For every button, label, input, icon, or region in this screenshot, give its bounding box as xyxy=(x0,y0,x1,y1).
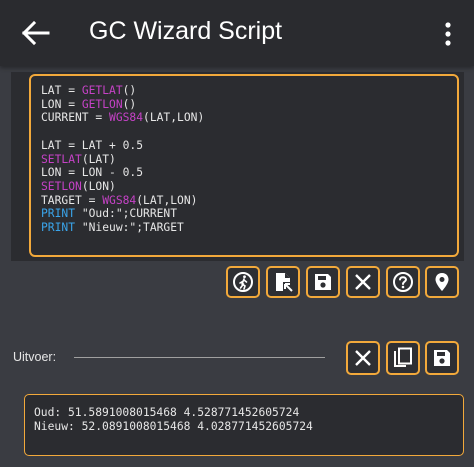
output-box: Oud: 51.5891008015468 4.528771452605724 … xyxy=(24,394,464,456)
run-icon xyxy=(233,272,253,292)
save-icon xyxy=(315,274,331,290)
code-text-token: LON = xyxy=(41,97,82,111)
code-text-token: (LAT,LON) xyxy=(143,111,205,125)
code-line: PRINT "Oud:";CURRENT xyxy=(41,207,177,220)
code-line: LAT = LAT + 0.5 xyxy=(41,139,143,152)
output-divider xyxy=(74,357,325,358)
script-code[interactable]: LAT = GETLAT() LON = GETLON() CURRENT = … xyxy=(41,84,204,235)
code-function-token: SETLON xyxy=(41,179,82,193)
code-text-token: (LAT) xyxy=(81,152,116,166)
code-text-token: TARGET = xyxy=(41,193,103,207)
output-clear-button[interactable] xyxy=(346,341,380,375)
copy-icon xyxy=(394,347,412,367)
output-label: Uitvoer: xyxy=(13,350,57,364)
output-line: Oud: 51.5891008015468 4.528771452605724 xyxy=(34,406,300,419)
back-button[interactable] xyxy=(18,20,52,46)
location-pin-icon xyxy=(435,273,449,291)
open-file-icon xyxy=(276,273,293,292)
clear-button[interactable] xyxy=(346,266,380,298)
code-text-token: () xyxy=(122,84,137,97)
code-function-token: SETLAT xyxy=(41,152,82,166)
code-text-token: LAT = xyxy=(41,84,82,97)
close-icon xyxy=(355,274,371,290)
code-keyword-token: PRINT xyxy=(41,207,76,221)
code-keyword-token: PRINT xyxy=(41,221,76,235)
code-function-token: WGS84 xyxy=(102,193,137,207)
code-text-token: LON = LON - 0.5 xyxy=(41,166,144,180)
code-line: PRINT "Nieuw:";TARGET xyxy=(41,221,184,234)
code-line: CURRENT = WGS84(LAT,LON) xyxy=(41,111,204,124)
code-line: SETLAT(LAT) xyxy=(41,153,116,166)
code-function-token: GETLON xyxy=(81,97,123,111)
code-line: LAT = GETLAT() xyxy=(41,84,136,97)
code-text-token: (LAT,LON) xyxy=(136,193,198,207)
code-text-token: CURRENT = xyxy=(41,111,110,125)
code-line: LON = GETLON() xyxy=(41,98,136,111)
code-line: LON = LON - 0.5 xyxy=(41,166,143,179)
overflow-menu-button[interactable] xyxy=(440,20,456,48)
code-function-token: WGS84 xyxy=(109,111,144,125)
location-button[interactable] xyxy=(425,266,459,298)
output-copy-button[interactable] xyxy=(386,341,420,375)
page-title: GC Wizard Script xyxy=(89,17,283,45)
code-text-token: () xyxy=(122,97,137,111)
app-bar: GC Wizard Script xyxy=(0,0,474,66)
code-text-token: "Oud:";CURRENT xyxy=(75,207,178,221)
code-function-token: GETLAT xyxy=(81,84,123,97)
close-icon xyxy=(355,350,371,366)
help-button[interactable] xyxy=(386,266,420,298)
help-icon xyxy=(393,272,413,292)
more-vert-icon xyxy=(445,22,451,46)
code-line: SETLON(LON) xyxy=(41,180,116,193)
code-text-token: "Nieuw:";TARGET xyxy=(75,221,184,235)
output-line: Nieuw: 52.0891008015468 4.02877145260572… xyxy=(34,420,313,433)
code-line: TARGET = WGS84(LAT,LON) xyxy=(41,194,197,207)
open-file-button[interactable] xyxy=(266,266,300,298)
code-text-token: (LON) xyxy=(81,179,116,193)
output-text: Oud: 51.5891008015468 4.528771452605724 … xyxy=(34,406,313,434)
save-button[interactable] xyxy=(306,266,340,298)
script-editor[interactable]: LAT = GETLAT() LON = GETLON() CURRENT = … xyxy=(29,74,459,257)
run-button[interactable] xyxy=(226,266,260,298)
output-save-button[interactable] xyxy=(425,341,459,375)
code-text-token: LAT = LAT + 0.5 xyxy=(41,138,144,152)
save-icon xyxy=(434,350,450,366)
arrow-back-icon xyxy=(21,20,50,46)
